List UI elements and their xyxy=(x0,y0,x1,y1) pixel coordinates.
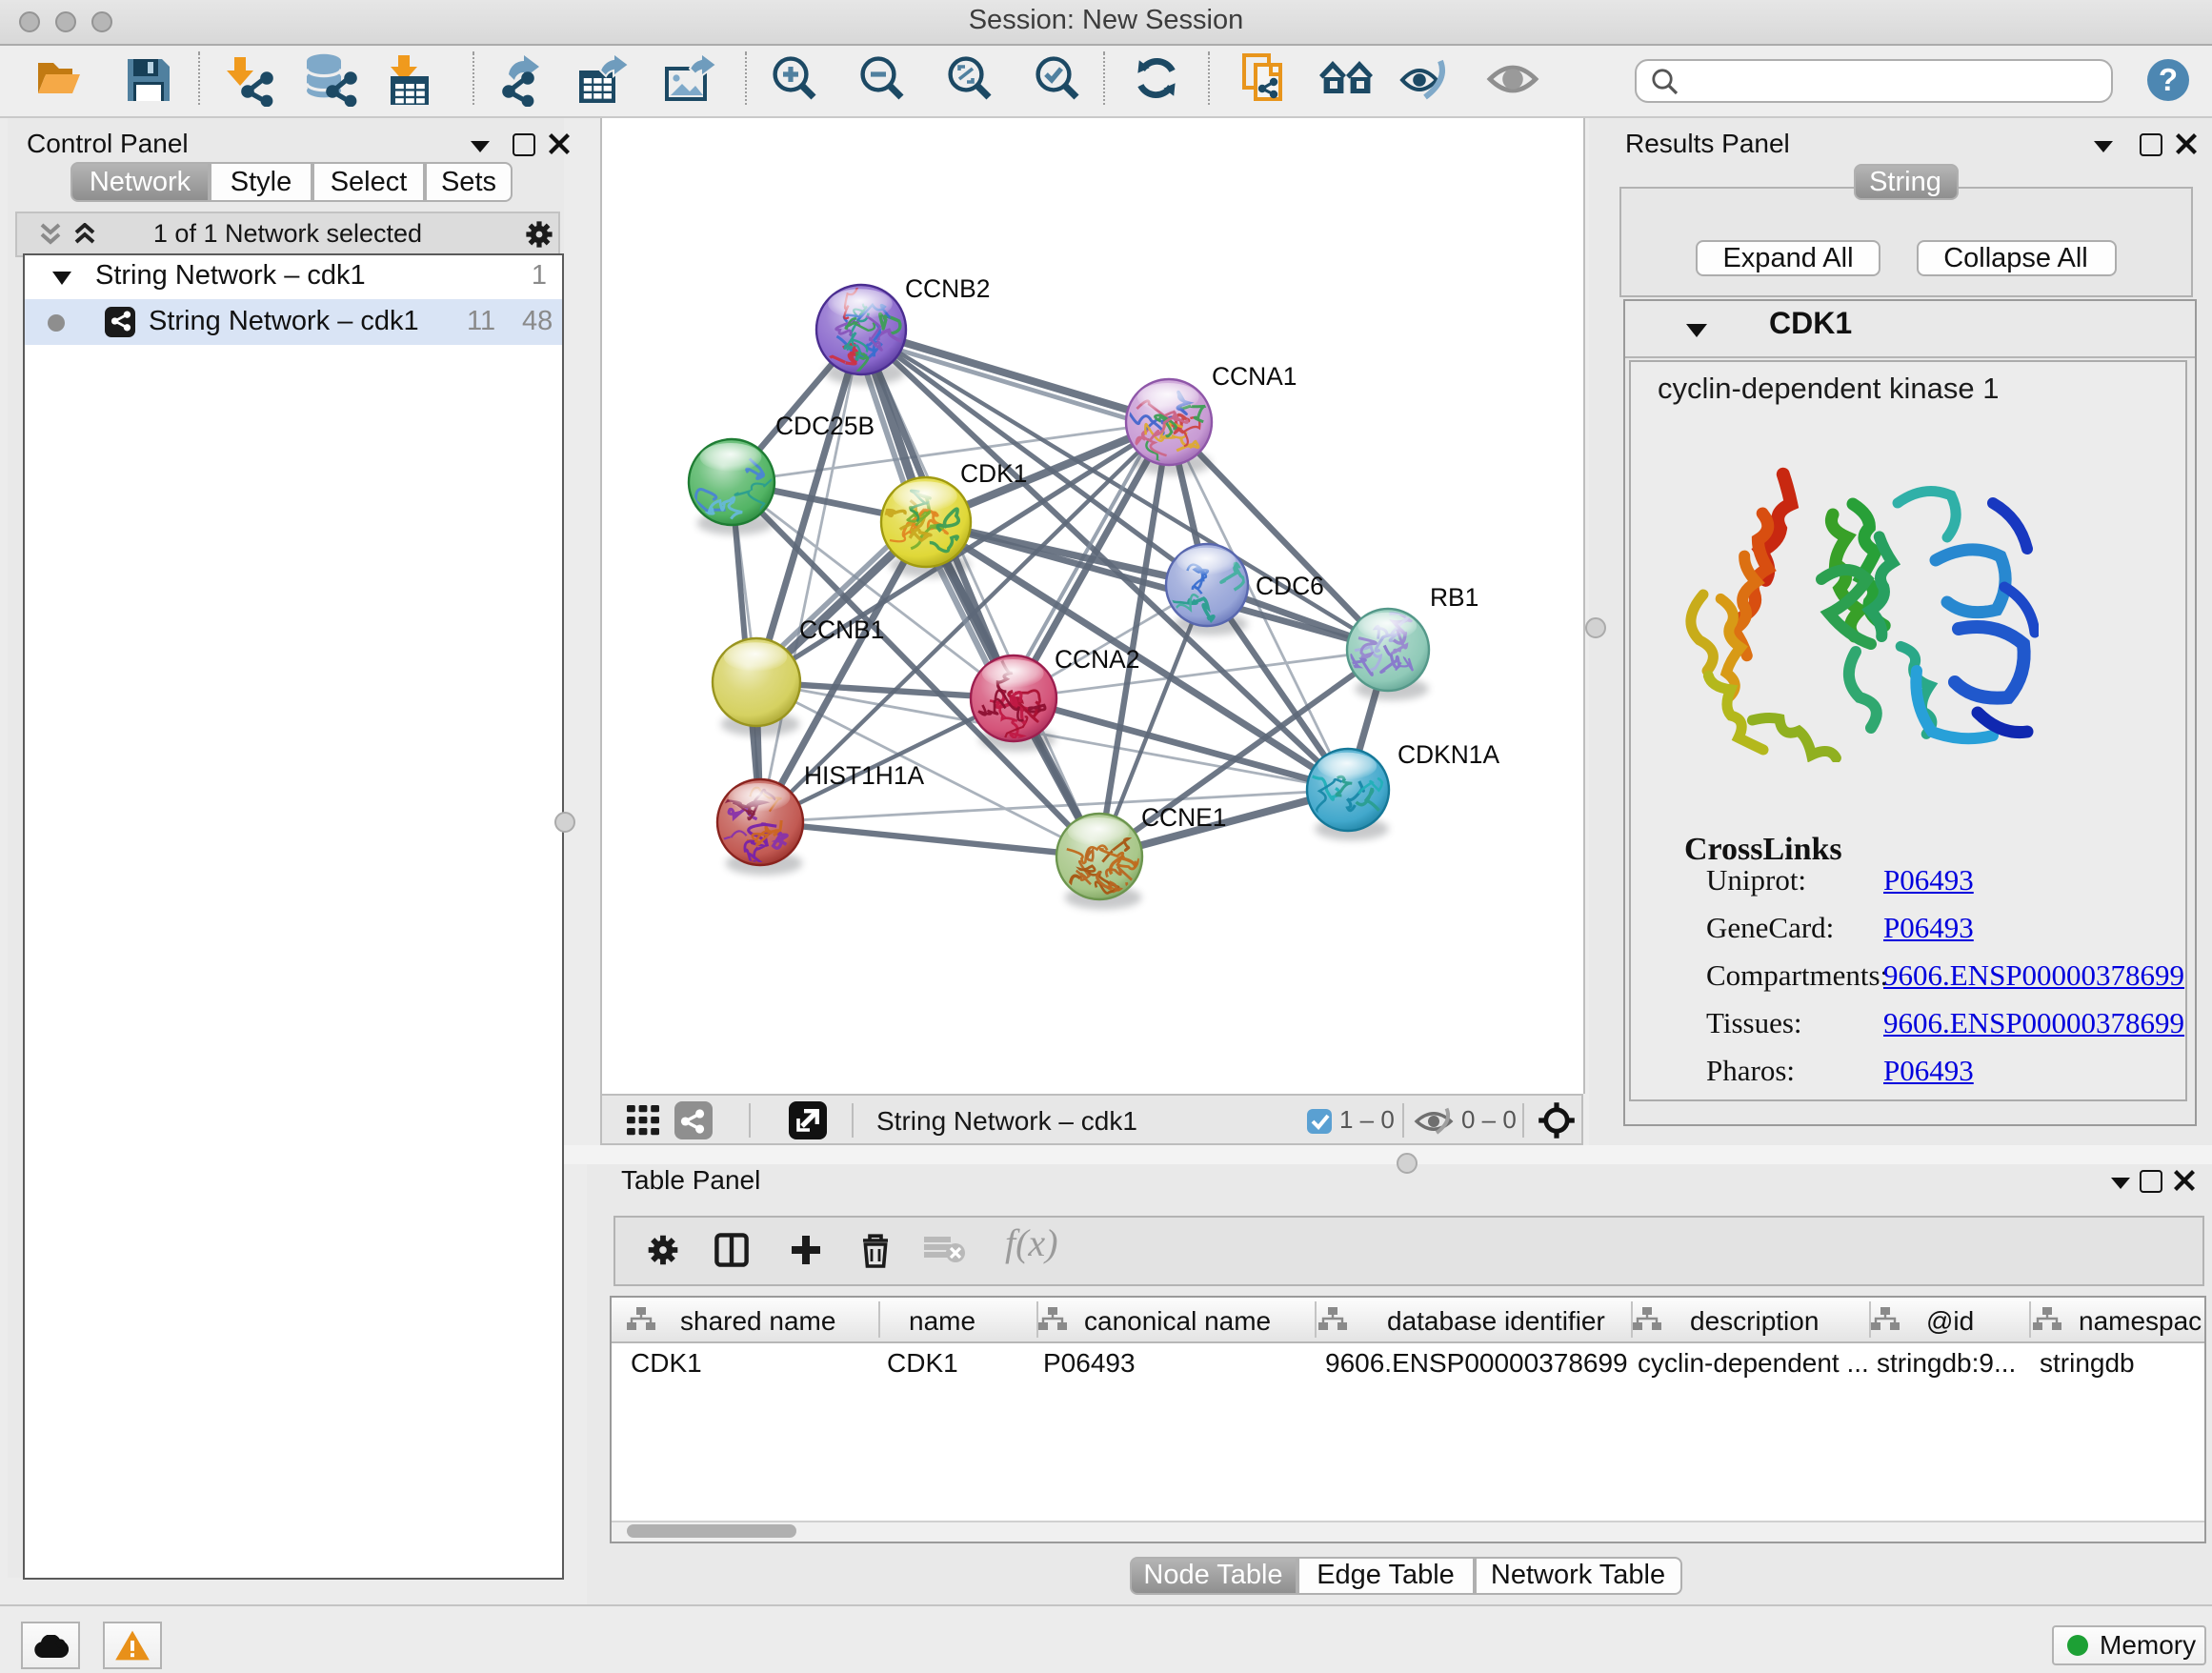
svg-text:HIST1H1A: HIST1H1A xyxy=(804,761,925,790)
svg-text:CCNB1: CCNB1 xyxy=(799,615,884,644)
svg-text:CCNE1: CCNE1 xyxy=(1141,803,1226,832)
svg-text:?: ? xyxy=(2159,62,2178,97)
svg-text:CDC6: CDC6 xyxy=(1256,572,1324,600)
svg-text:RB1: RB1 xyxy=(1430,583,1478,612)
svg-text:CDK1: CDK1 xyxy=(960,459,1027,488)
svg-text:CCNA2: CCNA2 xyxy=(1055,645,1139,674)
svg-text:CCNB2: CCNB2 xyxy=(905,274,990,303)
svg-text:CDKN1A: CDKN1A xyxy=(1398,740,1499,769)
svg-text:CCNA1: CCNA1 xyxy=(1212,362,1297,391)
svg-text:CDC25B: CDC25B xyxy=(775,412,875,440)
